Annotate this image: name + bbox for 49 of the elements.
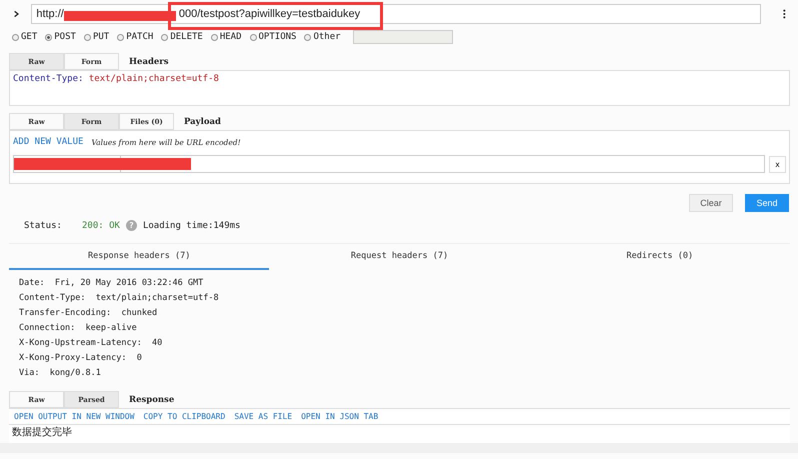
radio-button[interactable] bbox=[161, 34, 168, 40]
method-label: PUT bbox=[92, 32, 110, 42]
response-action-link[interactable]: SAVE AS FILE bbox=[234, 412, 292, 421]
response-action-link[interactable]: OPEN OUTPUT IN NEW WINDOW bbox=[14, 412, 134, 421]
response-header-line: Content-Type: text/plain;charset=utf-8 bbox=[19, 292, 220, 305]
response-action-link[interactable]: OPEN IN JSON TAB bbox=[301, 412, 378, 421]
method-label: PATCH bbox=[126, 32, 154, 42]
url-text: http:// bbox=[36, 8, 64, 20]
radio-button[interactable] bbox=[117, 34, 124, 40]
radio-button[interactable] bbox=[84, 34, 91, 40]
url-text: 000/testpost?apiwillkey=testbaidukey bbox=[178, 8, 360, 20]
headers-editor[interactable]: Content-Type: text/plain;charset=utf-8 bbox=[9, 70, 790, 106]
radio-button[interactable] bbox=[250, 34, 257, 40]
tab[interactable]: Request headers (7) bbox=[269, 244, 530, 270]
response-body: 数据提交完毕 bbox=[9, 425, 790, 443]
response-header-line: X-Kong-Upstream-Latency: 40 bbox=[19, 337, 164, 350]
tab[interactable]: Response headers (7) bbox=[9, 244, 270, 270]
method-label: POST bbox=[54, 32, 76, 42]
response-header-line: Connection: keep-alive bbox=[19, 322, 138, 335]
response-header-line: X-Kong-Proxy-Latency: 0 bbox=[19, 352, 143, 365]
method-label: DELETE bbox=[170, 32, 203, 42]
more-vertical-icon[interactable] bbox=[783, 7, 786, 21]
method-label: OPTIONS bbox=[258, 32, 296, 42]
url-field[interactable]: http:// 000/testpost?apiwillkey=testbaidukey bbox=[31, 4, 762, 24]
response-header-line: Transfer-Encoding: chunked bbox=[19, 307, 158, 320]
method-label: Other bbox=[313, 32, 341, 42]
section-title: Headers bbox=[129, 56, 169, 66]
response-header-line: Via: kong/0.8.1 bbox=[19, 367, 102, 380]
radio-button[interactable] bbox=[304, 34, 312, 40]
section-title: Response bbox=[129, 394, 174, 404]
status-label: Status: bbox=[24, 220, 63, 230]
add-value-link[interactable]: ADD NEW VALUE bbox=[13, 137, 84, 147]
radio-button[interactable] bbox=[210, 34, 218, 40]
remove-button[interactable]: x bbox=[769, 156, 786, 172]
loading-time: Loading time:149ms bbox=[142, 220, 240, 230]
response-header-line: Date: Fri, 20 May 2016 03:22:46 GMT bbox=[19, 277, 204, 290]
method-label: HEAD bbox=[220, 32, 242, 42]
section-title: Payload bbox=[184, 116, 221, 126]
status-code: 200: OK bbox=[82, 220, 120, 230]
radio-button[interactable] bbox=[45, 34, 52, 40]
tab[interactable]: Redirects (0) bbox=[530, 244, 790, 270]
action-button[interactable]: Clear bbox=[689, 194, 733, 212]
key-value-field[interactable] bbox=[13, 155, 766, 173]
expand-chevron-icon[interactable] bbox=[14, 9, 20, 19]
method-label: GET bbox=[21, 32, 38, 42]
radio-button[interactable] bbox=[12, 34, 19, 40]
other-method-field[interactable] bbox=[352, 30, 453, 44]
response-action-link[interactable]: COPY TO CLIPBOARD bbox=[143, 412, 226, 421]
header-line: Content-Type: text/plain;charset=utf-8 bbox=[13, 74, 219, 84]
